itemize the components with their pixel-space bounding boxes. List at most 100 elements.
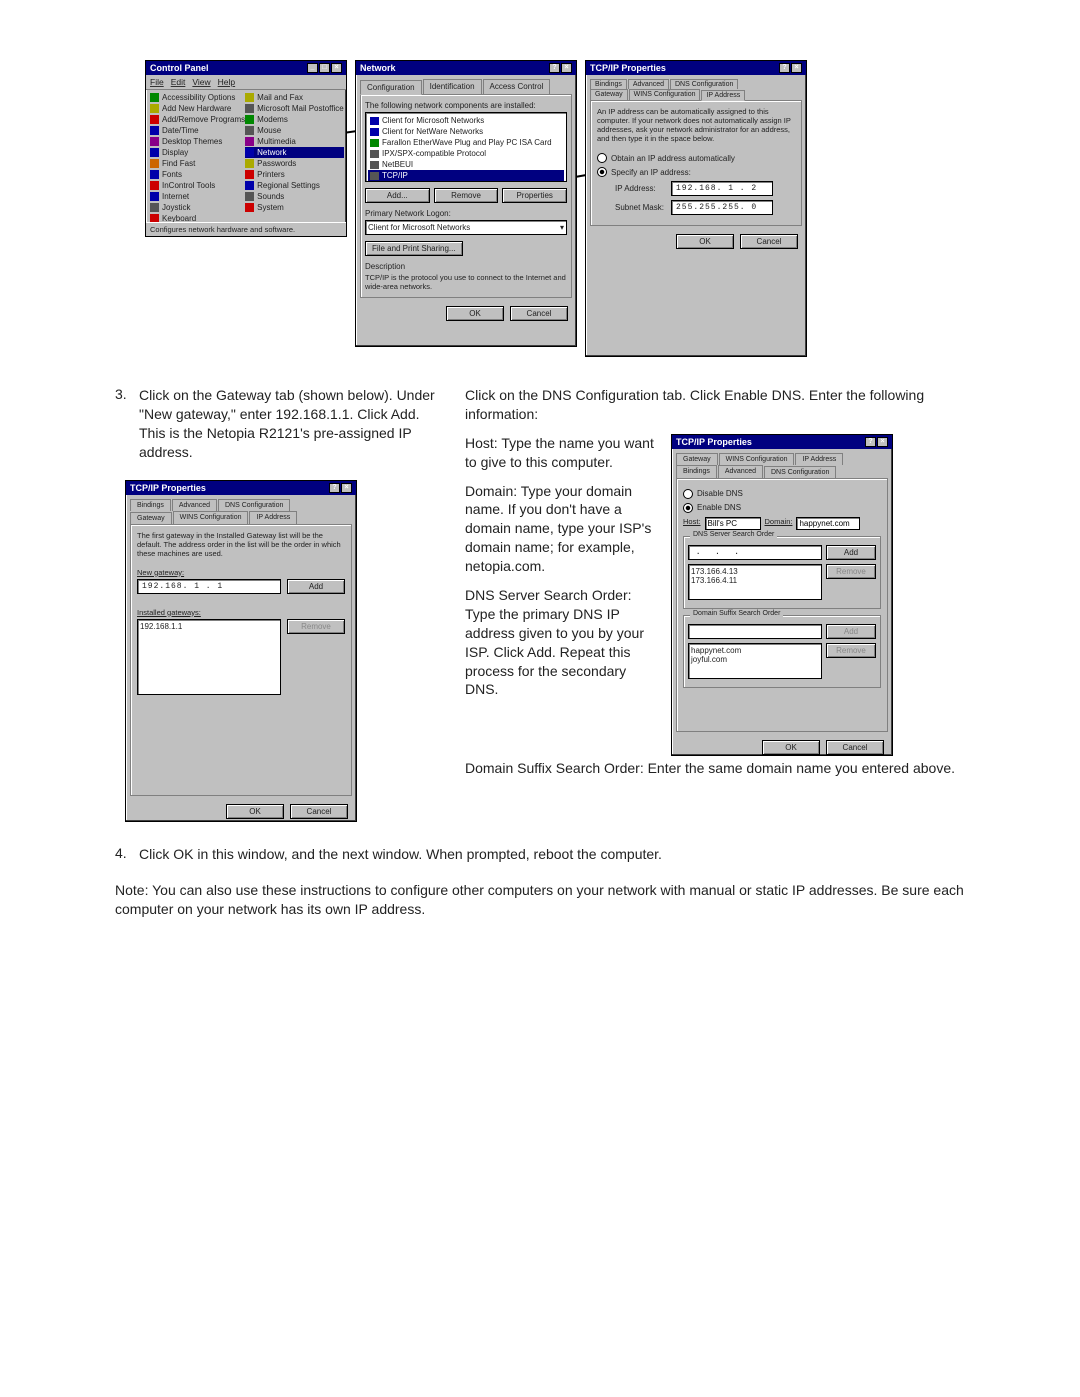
radio-disable-dns[interactable]: Disable DNS xyxy=(683,489,881,499)
properties-button[interactable]: Properties xyxy=(502,188,567,203)
suffix-list[interactable]: happynet.com joyful.com xyxy=(688,643,822,679)
tab-ip-address[interactable]: IP Address xyxy=(701,90,745,101)
cancel-button[interactable]: Cancel xyxy=(290,804,348,819)
cp-item[interactable]: Internet xyxy=(150,191,245,202)
tab-identification[interactable]: Identification xyxy=(423,79,482,94)
close-icon[interactable]: × xyxy=(331,63,342,73)
tab-advanced[interactable]: Advanced xyxy=(718,465,763,478)
cp-item[interactable]: Add/Remove Programs xyxy=(150,114,245,125)
step-4-text: Click OK in this window, and the next wi… xyxy=(139,845,662,864)
tab-ip-address[interactable]: IP Address xyxy=(249,511,297,524)
help-icon[interactable]: ? xyxy=(329,483,340,493)
domain-input[interactable] xyxy=(796,517,860,530)
file-print-sharing-button[interactable]: File and Print Sharing... xyxy=(365,241,463,256)
cp-item[interactable]: Mail and Fax xyxy=(245,92,344,103)
cp-item[interactable]: Display xyxy=(150,147,245,158)
radio-enable-dns[interactable]: Enable DNS xyxy=(683,503,881,513)
datetime-icon xyxy=(150,126,159,135)
cancel-button[interactable]: Cancel xyxy=(510,306,568,321)
close-icon[interactable]: × xyxy=(561,63,572,73)
dns-ip-input[interactable] xyxy=(688,545,822,560)
remove-button[interactable]: Remove xyxy=(287,619,345,634)
menu-view[interactable]: View xyxy=(192,77,210,87)
logon-combo[interactable]: Client for Microsoft Networks xyxy=(365,220,567,235)
cp-item[interactable]: Modems xyxy=(245,114,344,125)
bottom-text: 4. Click OK in this window, and the next… xyxy=(115,845,995,920)
cp-item[interactable]: Mouse xyxy=(245,125,344,136)
ok-button[interactable]: OK xyxy=(226,804,284,819)
ip-input[interactable]: 192.168. 1 . 2 xyxy=(671,181,773,196)
ok-button[interactable]: OK xyxy=(762,740,820,755)
mask-input[interactable]: 255.255.255. 0 xyxy=(671,200,773,215)
installed-gateways-list[interactable]: 192.168.1.1 xyxy=(137,619,281,695)
dns-servers-list[interactable]: 173.166.4.13 173.166.4.11 xyxy=(688,564,822,600)
new-gateway-input[interactable]: 192.168. 1 . 1 xyxy=(137,579,281,594)
list-item: NetBEUI xyxy=(368,159,564,170)
tab-access-control[interactable]: Access Control xyxy=(483,79,551,94)
remove-button[interactable]: Remove xyxy=(434,188,499,203)
tab-wins[interactable]: WINS Configuration xyxy=(719,453,795,465)
menu-file[interactable]: File xyxy=(150,77,164,87)
cp-item[interactable]: Microsoft Mail Postoffice xyxy=(245,103,344,114)
menu-edit[interactable]: Edit xyxy=(171,77,186,87)
components-list[interactable]: Client for Microsoft Networks Client for… xyxy=(365,112,567,182)
control-panel-menubar[interactable]: File Edit View Help xyxy=(146,75,346,90)
remove-button[interactable]: Remove xyxy=(826,643,876,658)
cp-item[interactable]: Printers xyxy=(245,169,344,180)
maximize-icon[interactable]: □ xyxy=(319,63,330,73)
cp-item[interactable]: System xyxy=(245,202,344,213)
cp-item-network[interactable]: Network xyxy=(245,147,344,158)
add-button[interactable]: Add xyxy=(287,579,345,594)
cp-item[interactable]: Multimedia xyxy=(245,136,344,147)
tab-gateway[interactable]: Gateway xyxy=(676,453,718,465)
close-icon[interactable]: × xyxy=(341,483,352,493)
add-button[interactable]: Add... xyxy=(365,188,430,203)
tab-bindings[interactable]: Bindings xyxy=(130,499,171,511)
tab-dns-config[interactable]: DNS Configuration xyxy=(218,499,290,511)
tab-gateway[interactable]: Gateway xyxy=(590,89,628,100)
suffix-input[interactable] xyxy=(688,624,822,639)
help-icon[interactable]: ? xyxy=(549,63,560,73)
tab-advanced[interactable]: Advanced xyxy=(172,499,217,511)
menu-help[interactable]: Help xyxy=(218,77,235,87)
cp-item[interactable]: Fonts xyxy=(150,169,245,180)
cp-item[interactable]: Date/Time xyxy=(150,125,245,136)
tab-bindings[interactable]: Bindings xyxy=(676,465,717,478)
ok-button[interactable]: OK xyxy=(676,234,734,249)
close-icon[interactable]: × xyxy=(877,437,888,447)
suffix-paragraph: Domain Suffix Search Order: Enter the sa… xyxy=(465,759,995,778)
tab-wins[interactable]: WINS Configuration xyxy=(173,511,249,524)
radio-specify[interactable]: Specify an IP address: xyxy=(597,167,795,177)
remove-button[interactable]: Remove xyxy=(826,564,876,579)
add-button[interactable]: Add xyxy=(826,545,876,560)
cancel-button[interactable]: Cancel xyxy=(826,740,884,755)
tab-ip-address[interactable]: IP Address xyxy=(795,453,843,465)
cp-item[interactable]: Accessibility Options xyxy=(150,92,245,103)
radio-obtain[interactable]: Obtain an IP address automatically xyxy=(597,153,795,163)
description-label: Description xyxy=(365,262,567,271)
cp-item[interactable]: Add New Hardware xyxy=(150,103,245,114)
tab-bindings[interactable]: Bindings xyxy=(590,79,627,89)
cp-item[interactable]: Passwords xyxy=(245,158,344,169)
cp-item[interactable]: Find Fast xyxy=(150,158,245,169)
tab-configuration[interactable]: Configuration xyxy=(360,80,422,95)
tab-advanced[interactable]: Advanced xyxy=(628,79,669,89)
control-panel-col2: Mail and Fax Microsoft Mail Postoffice M… xyxy=(245,92,344,224)
tab-wins[interactable]: WINS Configuration xyxy=(629,89,701,100)
tab-dns-config[interactable]: DNS Configuration xyxy=(670,79,738,89)
cp-item[interactable]: Regional Settings xyxy=(245,180,344,191)
cp-item[interactable]: Desktop Themes xyxy=(150,136,245,147)
cp-item[interactable]: Sounds xyxy=(245,191,344,202)
cancel-button[interactable]: Cancel xyxy=(740,234,798,249)
minimize-icon[interactable]: _ xyxy=(307,63,318,73)
step-3-text: Click on the Gateway tab (shown below). … xyxy=(139,386,435,462)
help-icon[interactable]: ? xyxy=(865,437,876,447)
description-text: TCP/IP is the protocol you use to connec… xyxy=(365,273,567,291)
cp-item[interactable]: InControl Tools xyxy=(150,180,245,191)
cp-item[interactable]: Joystick xyxy=(150,202,245,213)
help-icon[interactable]: ? xyxy=(779,63,790,73)
close-icon[interactable]: × xyxy=(791,63,802,73)
add-button[interactable]: Add xyxy=(826,624,876,639)
host-input[interactable] xyxy=(705,517,761,530)
ok-button[interactable]: OK xyxy=(446,306,504,321)
